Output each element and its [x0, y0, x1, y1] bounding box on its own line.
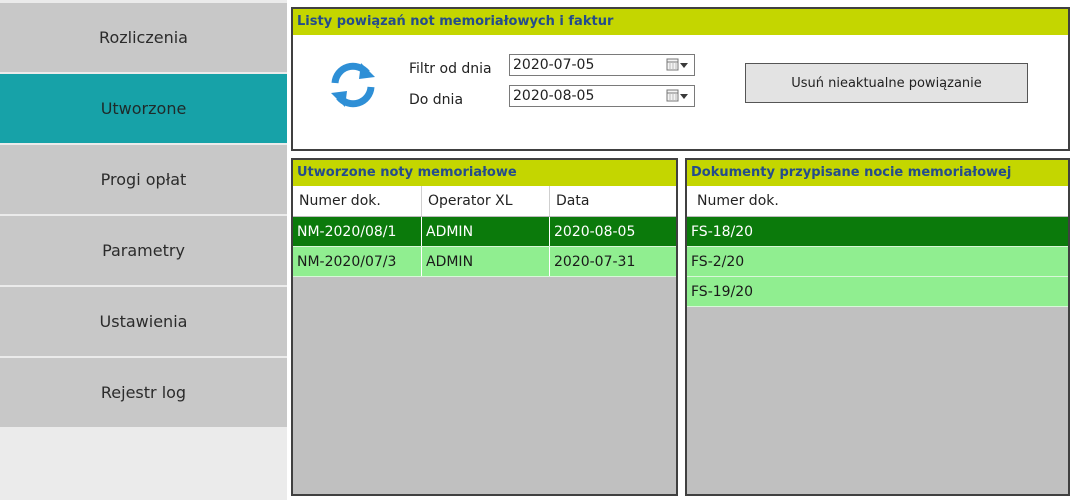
table-header: Numer dok. — [687, 186, 1068, 217]
sidebar-item-rozliczenia[interactable]: Rozliczenia — [0, 3, 287, 72]
main-area: Listy powiązań not memoriałowych i faktu… — [287, 0, 1074, 500]
table-cell: FS-19/20 — [691, 283, 754, 300]
column-header-numer-dok[interactable]: Numer dok. — [293, 186, 421, 216]
calendar-dropdown-icon[interactable] — [666, 58, 690, 72]
panel-title: Utworzone noty memoriałowe — [293, 160, 676, 186]
sidebar-item-parametry[interactable]: Parametry — [0, 216, 287, 285]
table-cell: ADMIN — [421, 217, 549, 246]
sidebar-item-utworzone[interactable]: Utworzone — [0, 74, 287, 143]
sidebar-item-ustawienia[interactable]: Ustawienia — [0, 287, 287, 356]
table-cell: NM-2020/08/1 — [297, 223, 397, 240]
table-row[interactable]: NM-2020/08/1 ADMIN 2020-08-05 — [293, 217, 676, 247]
table-cell: 2020-08-05 — [549, 217, 676, 246]
sidebar-item-label: Rozliczenia — [99, 28, 188, 47]
column-header-data[interactable]: Data — [549, 186, 676, 216]
table-cell: 2020-07-31 — [549, 247, 676, 276]
table-cell: FS-18/20 — [691, 223, 754, 240]
memorial-notes-panel: Utworzone noty memoriałowe Numer dok. Op… — [291, 158, 678, 496]
calendar-dropdown-icon[interactable] — [666, 89, 690, 103]
links-filter-panel: Listy powiązań not memoriałowych i faktu… — [291, 7, 1070, 151]
table-cell: FS-2/20 — [691, 253, 745, 270]
panel-title: Listy powiązań not memoriałowych i faktu… — [293, 9, 1068, 35]
filter-to-label: Do dnia — [409, 92, 464, 108]
sidebar: Rozliczenia Utworzone Progi opłat Parame… — [0, 0, 287, 500]
table-row[interactable]: FS-2/20 — [687, 247, 1068, 277]
table-row[interactable]: NM-2020/07/3 ADMIN 2020-07-31 — [293, 247, 676, 277]
table-cell: ADMIN — [421, 247, 549, 276]
sidebar-item-label: Utworzone — [100, 99, 187, 118]
filter-from-date-field[interactable]: 2020-07-05 — [509, 54, 695, 76]
table-row[interactable]: FS-18/20 — [687, 217, 1068, 247]
sidebar-item-rejestr-log[interactable]: Rejestr log — [0, 358, 287, 427]
assigned-documents-panel: Dokumenty przypisane nocie memoriałowej … — [685, 158, 1070, 496]
table-row[interactable]: FS-19/20 — [687, 277, 1068, 307]
sidebar-item-label: Progi opłat — [100, 170, 187, 189]
sidebar-item-label: Rejestr log — [100, 383, 187, 402]
table-header: Numer dok. Operator XL Data — [293, 186, 676, 217]
sidebar-item-label: Parametry — [102, 241, 185, 260]
remove-outdated-link-label: Usuń nieaktualne powiązanie — [791, 75, 982, 91]
panel-title: Dokumenty przypisane nocie memoriałowej — [687, 160, 1068, 186]
remove-outdated-link-button[interactable]: Usuń nieaktualne powiązanie — [745, 63, 1028, 103]
filter-to-value: 2020-08-05 — [513, 88, 595, 104]
sidebar-item-progi-oplat[interactable]: Progi opłat — [0, 145, 287, 214]
column-header-numer-dok[interactable]: Numer dok. — [687, 186, 1068, 216]
table-cell: NM-2020/07/3 — [297, 253, 397, 270]
sidebar-item-label: Ustawienia — [99, 312, 188, 331]
column-header-operator-xl[interactable]: Operator XL — [421, 186, 549, 216]
filter-to-date-field[interactable]: 2020-08-05 — [509, 85, 695, 107]
filter-from-label: Filtr od dnia — [409, 61, 492, 77]
refresh-icon[interactable] — [327, 59, 379, 111]
filter-from-value: 2020-07-05 — [513, 57, 595, 73]
